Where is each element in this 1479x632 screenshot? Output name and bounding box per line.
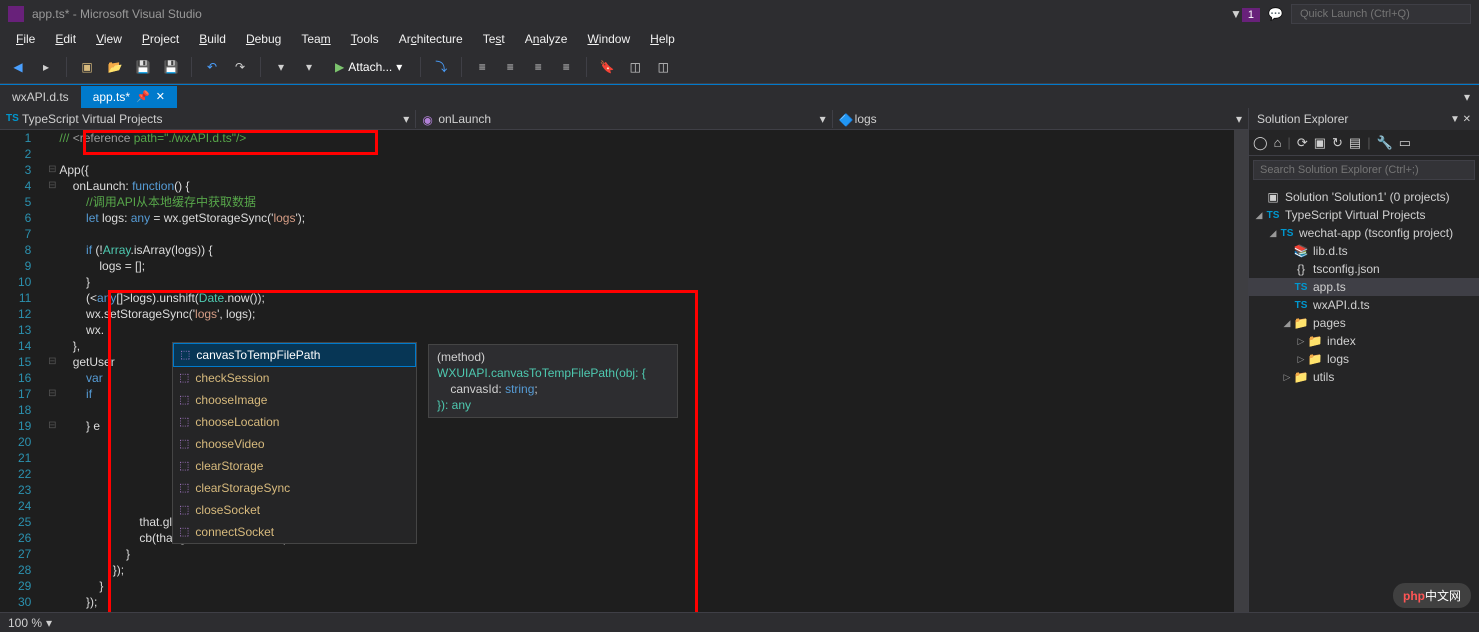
tree-node[interactable]: ▷📁utils <box>1249 368 1479 386</box>
nav-member-dropdown[interactable]: 🔷logs▾ <box>832 110 1248 128</box>
solution-explorer-panel: Solution Explorer▼ ✕ ◯ ⌂ | ⟳ ▣ ↻ ▤ | 🔧 ▭… <box>1248 108 1479 612</box>
menu-analyze[interactable]: Analyze <box>515 30 578 48</box>
intellisense-item[interactable]: ⬚closeSocket <box>173 499 416 521</box>
uncomment-icon[interactable]: ≡ <box>554 55 578 79</box>
menu-window[interactable]: Window <box>577 30 640 48</box>
tree-node[interactable]: ▷📁index <box>1249 332 1479 350</box>
bookmark-icon[interactable]: 🔖 <box>595 55 619 79</box>
nav-project-dropdown[interactable]: TSTypeScript Virtual Projects▾ <box>0 110 415 128</box>
tree-node[interactable]: ◢TSTypeScript Virtual Projects <box>1249 206 1479 224</box>
se-refresh-icon[interactable]: ↻ <box>1332 135 1343 151</box>
se-sync-icon[interactable]: ⟳ <box>1297 135 1308 151</box>
se-showall-icon[interactable]: ▤ <box>1349 135 1361 151</box>
solution-tree[interactable]: ▣Solution 'Solution1' (0 projects)◢TSTyp… <box>1249 184 1479 612</box>
vs-logo-icon <box>8 6 24 22</box>
se-back-icon[interactable]: ◯ <box>1253 135 1268 151</box>
nav-fwd-icon[interactable]: ▸ <box>34 55 58 79</box>
zoom-level[interactable]: 100 % <box>8 616 42 630</box>
status-bar: 100 % ▾ <box>0 612 1479 632</box>
tree-node[interactable]: 📚lib.d.ts <box>1249 242 1479 260</box>
attach-button[interactable]: ▶Attach... ▾ <box>325 57 412 77</box>
code-editor[interactable]: 1234567891011121314151617181920212223242… <box>0 130 1248 612</box>
nav-method-dropdown[interactable]: ◉onLaunch▾ <box>415 110 831 128</box>
step-icon[interactable]: ⤵ <box>429 55 453 79</box>
solution-search-input[interactable] <box>1253 160 1475 180</box>
menu-test[interactable]: Test <box>473 30 515 48</box>
intellisense-item[interactable]: ⬚clearStorage <box>173 455 416 477</box>
open-file-icon[interactable]: 📂 <box>103 55 127 79</box>
se-collapse-icon[interactable]: ▣ <box>1314 135 1326 151</box>
intellisense-item[interactable]: ⬚clearStorageSync <box>173 477 416 499</box>
menu-edit[interactable]: Edit <box>45 30 86 48</box>
layer2-icon[interactable]: ◫ <box>651 55 675 79</box>
menu-build[interactable]: Build <box>189 30 236 48</box>
menu-view[interactable]: View <box>86 30 132 48</box>
menu-debug[interactable]: Debug <box>236 30 291 48</box>
indent-icon[interactable]: ≡ <box>470 55 494 79</box>
outdent-icon[interactable]: ≡ <box>498 55 522 79</box>
vertical-scrollbar[interactable] <box>1234 130 1248 612</box>
feedback-icon[interactable]: 💬 <box>1268 7 1283 21</box>
intellisense-item[interactable]: ⬚connectSocket <box>173 521 416 543</box>
tree-node[interactable]: TSwxAPI.d.ts <box>1249 296 1479 314</box>
save-icon[interactable]: 💾 <box>131 55 155 79</box>
pin-icon[interactable]: 📌 <box>136 90 150 103</box>
main-toolbar: ◀ ▸ ▣ 📂 💾 💾 ↶ ↷ ▾ ▾ ▶Attach... ▾ ⤵ ≡ ≡ ≡… <box>0 50 1479 84</box>
document-tabs: wxAPI.d.ts app.ts* 📌 ✕ ▾ <box>0 84 1479 108</box>
se-properties-icon[interactable]: 🔧 <box>1377 135 1393 151</box>
intellisense-item[interactable]: ⬚chooseImage <box>173 389 416 411</box>
tree-node[interactable]: TSapp.ts <box>1249 278 1479 296</box>
solution-explorer-toolbar: ◯ ⌂ | ⟳ ▣ ↻ ▤ | 🔧 ▭ <box>1249 130 1479 156</box>
redo-icon[interactable]: ↷ <box>228 55 252 79</box>
close-tab-icon[interactable]: ✕ <box>156 90 165 103</box>
line-gutter: 1234567891011121314151617181920212223242… <box>0 130 45 612</box>
tree-node[interactable]: ◢TSwechat-app (tsconfig project) <box>1249 224 1479 242</box>
tabs-dropdown-icon[interactable]: ▾ <box>1455 85 1479 109</box>
intellisense-item[interactable]: ⬚canvasToTempFilePath <box>173 343 416 367</box>
title-bar: app.ts* - Microsoft Visual Studio ▼1 💬 <box>0 0 1479 28</box>
fold-column[interactable]: ⊟⊟⊟⊟⊟ <box>45 130 59 612</box>
quick-launch-input[interactable] <box>1291 4 1471 24</box>
save-all-icon[interactable]: 💾 <box>159 55 183 79</box>
nav-back-icon[interactable]: ◀ <box>6 55 30 79</box>
watermark: php中文网 <box>1393 583 1471 608</box>
menu-team[interactable]: Team <box>291 30 340 48</box>
intellisense-item[interactable]: ⬚checkSession <box>173 367 416 389</box>
solution-explorer-header[interactable]: Solution Explorer▼ ✕ <box>1249 108 1479 130</box>
menu-tools[interactable]: Tools <box>341 30 389 48</box>
tree-node[interactable]: ▣Solution 'Solution1' (0 projects) <box>1249 188 1479 206</box>
comment-icon[interactable]: ≡ <box>526 55 550 79</box>
intellisense-item[interactable]: ⬚chooseVideo <box>173 433 416 455</box>
solution-search <box>1249 156 1479 184</box>
signature-tooltip: (method) WXUIAPI.canvasToTempFilePath(ob… <box>428 344 678 418</box>
layer-icon[interactable]: ◫ <box>623 55 647 79</box>
menu-help[interactable]: Help <box>640 30 685 48</box>
filter-icon[interactable]: ▼1 <box>1230 7 1260 21</box>
undo-icon[interactable]: ↶ <box>200 55 224 79</box>
se-preview-icon[interactable]: ▭ <box>1399 135 1411 151</box>
menu-bar: File Edit View Project Build Debug Team … <box>0 28 1479 50</box>
navigation-bar: TSTypeScript Virtual Projects▾ ◉onLaunch… <box>0 108 1248 130</box>
config-icon[interactable]: ▾ <box>269 55 293 79</box>
menu-file[interactable]: File <box>6 30 45 48</box>
platform-icon[interactable]: ▾ <box>297 55 321 79</box>
intellisense-item[interactable]: ⬚chooseLocation <box>173 411 416 433</box>
se-home-icon[interactable]: ⌂ <box>1274 135 1282 150</box>
tree-node[interactable]: {}tsconfig.json <box>1249 260 1479 278</box>
tree-node[interactable]: ◢📁pages <box>1249 314 1479 332</box>
menu-architecture[interactable]: Architecture <box>389 30 473 48</box>
menu-project[interactable]: Project <box>132 30 189 48</box>
tree-node[interactable]: ▷📁logs <box>1249 350 1479 368</box>
new-project-icon[interactable]: ▣ <box>75 55 99 79</box>
intellisense-popup[interactable]: ⬚canvasToTempFilePath⬚checkSession⬚choos… <box>172 342 417 544</box>
window-title: app.ts* - Microsoft Visual Studio <box>32 7 1230 21</box>
tab-wxapi[interactable]: wxAPI.d.ts <box>0 86 81 108</box>
tab-app-ts[interactable]: app.ts* 📌 ✕ <box>81 86 177 108</box>
